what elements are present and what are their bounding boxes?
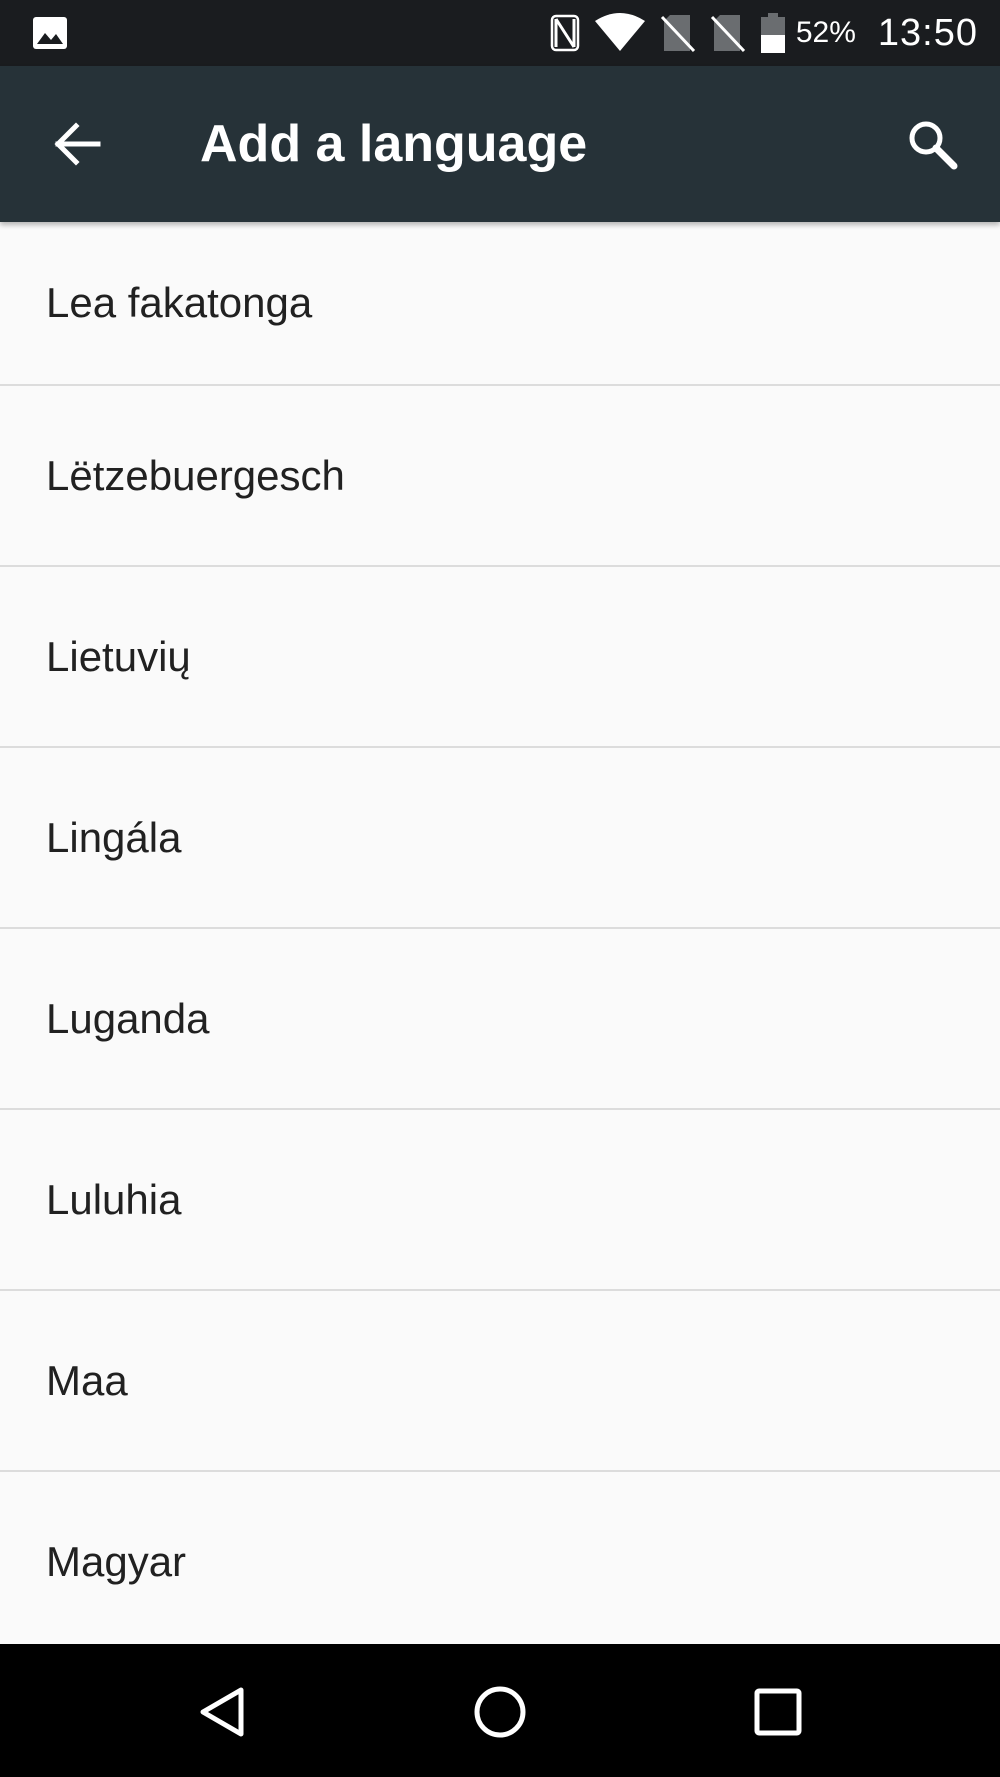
language-item[interactable]: Lingála xyxy=(0,748,1000,929)
language-item[interactable]: Lëtzebuergesch xyxy=(0,386,1000,567)
back-button[interactable] xyxy=(40,110,116,178)
language-label: Lingála xyxy=(46,813,182,861)
language-label: Luluhia xyxy=(46,1175,182,1223)
clock: 13:50 xyxy=(877,11,978,54)
language-item[interactable]: Lea fakatonga xyxy=(0,222,1000,386)
search-icon xyxy=(909,121,958,170)
language-list: Lea fakatonga Lëtzebuergesch Lietuvių Li… xyxy=(0,222,1000,1644)
language-label: Lietuvių xyxy=(46,632,191,680)
language-label: Lëtzebuergesch xyxy=(46,451,345,499)
nfc-icon xyxy=(550,14,580,52)
language-label: Magyar xyxy=(46,1537,187,1585)
search-button[interactable] xyxy=(894,110,970,178)
language-item[interactable]: Luganda xyxy=(0,929,1000,1110)
navigation-bar xyxy=(0,1644,1000,1777)
wifi-icon xyxy=(594,13,645,51)
nav-recents-button[interactable] xyxy=(738,1672,818,1752)
language-label: Lea fakatonga xyxy=(46,279,313,326)
page-title: Add a language xyxy=(200,115,588,173)
nav-back-button[interactable] xyxy=(183,1672,263,1752)
language-label: Maa xyxy=(46,1356,128,1404)
no-sim-icon xyxy=(660,15,695,53)
language-label: Luganda xyxy=(46,994,210,1042)
screen: 52% 13:50 Add a language Lea fakatonga L… xyxy=(0,0,1000,1777)
battery-percent: 52% xyxy=(795,16,856,49)
recents-square-icon xyxy=(754,1688,802,1736)
back-triangle-icon xyxy=(200,1687,244,1737)
language-item[interactable]: Lietuvių xyxy=(0,567,1000,748)
arrow-back-icon xyxy=(54,122,101,166)
app-bar: Add a language xyxy=(0,66,1000,222)
language-item[interactable]: Luluhia xyxy=(0,1110,1000,1291)
home-circle-icon xyxy=(474,1686,526,1738)
language-item[interactable]: Maa xyxy=(0,1291,1000,1472)
gallery-icon xyxy=(33,17,67,49)
nav-home-button[interactable] xyxy=(460,1672,540,1752)
no-sim-icon xyxy=(710,15,745,53)
battery-icon xyxy=(760,13,785,53)
status-icons: 52% 13:50 xyxy=(536,0,978,66)
language-item[interactable]: Magyar xyxy=(0,1472,1000,1644)
status-bar: 52% 13:50 xyxy=(0,0,1000,66)
